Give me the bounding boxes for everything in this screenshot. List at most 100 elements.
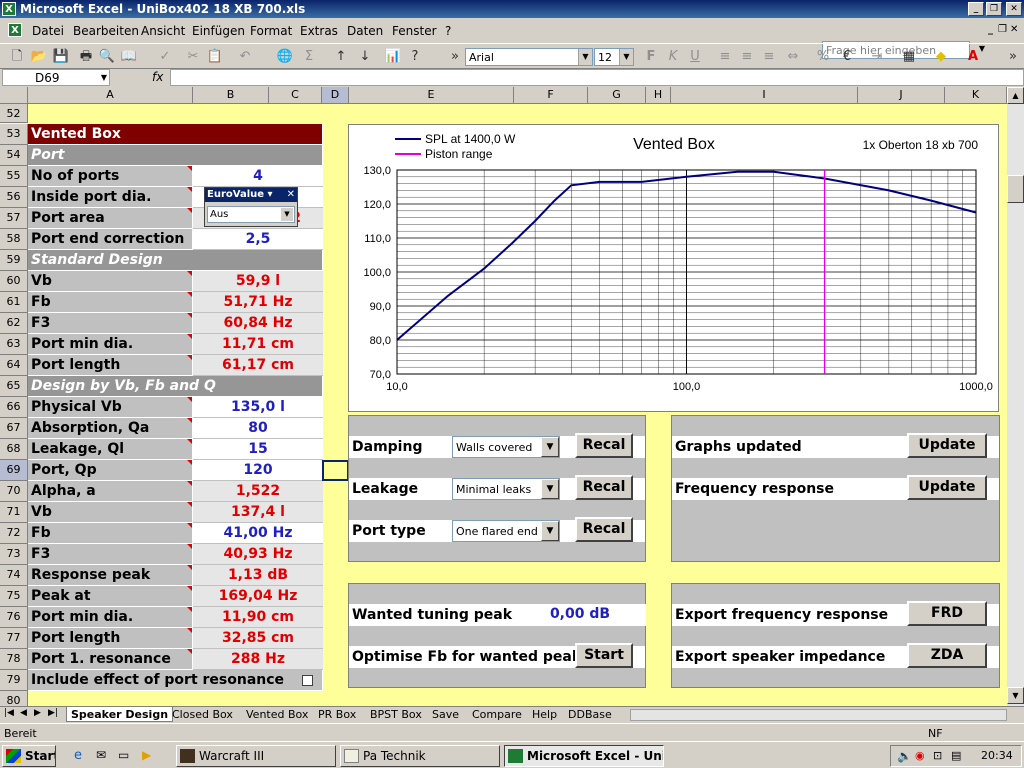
print-icon[interactable]: 🖶 [77, 48, 95, 66]
row-header[interactable]: 80 [0, 691, 28, 706]
menu-einfuegen[interactable]: Einfügen [192, 24, 245, 38]
close-button[interactable]: ✕ [1006, 2, 1022, 16]
row-header[interactable]: 66 [0, 397, 28, 418]
row-header[interactable]: 53 [0, 124, 28, 145]
column-header-g[interactable]: G [588, 87, 646, 104]
menu-bearbeiten[interactable]: Bearbeiten [73, 24, 139, 38]
comment-marker[interactable] [187, 271, 192, 276]
task-pa-technik[interactable]: Pa Technik [340, 745, 500, 767]
volume-icon[interactable]: 🔈 [897, 749, 912, 763]
port-min2-cell[interactable]: 11,90 cm [193, 607, 323, 628]
comment-marker[interactable] [187, 292, 192, 297]
save-icon[interactable]: 💾 [52, 48, 70, 66]
help-icon[interactable]: ? [406, 48, 424, 66]
spellcheck-icon[interactable]: ✓ [156, 48, 174, 66]
menu-format[interactable]: Format [250, 24, 292, 38]
menu-help[interactable]: ? [445, 24, 451, 38]
restore-button[interactable]: ❐ [986, 2, 1002, 16]
row-header[interactable]: 58 [0, 229, 28, 250]
eurovalue-title[interactable]: EuroValue ▾ ✕ [205, 188, 297, 202]
vb2-cell[interactable]: 137,4 l [193, 502, 323, 523]
row-header[interactable]: 68 [0, 439, 28, 460]
scroll-up-button[interactable]: ▲ [1007, 87, 1024, 104]
f3-cell[interactable]: 60,84 Hz [193, 313, 323, 334]
column-header-a[interactable]: A [28, 87, 193, 104]
recal-porttype-button[interactable]: Recal [575, 517, 633, 542]
scroll-down-button[interactable]: ▼ [1007, 687, 1024, 704]
comment-marker[interactable] [187, 334, 192, 339]
start-button[interactable]: Start [2, 745, 56, 767]
excel-doc-icon[interactable]: X [8, 23, 22, 37]
chevron-down-icon[interactable]: ▼ [281, 208, 293, 221]
chevron-down-icon[interactable]: ▼ [101, 73, 107, 82]
currency-icon[interactable]: % [814, 48, 832, 66]
italic-icon[interactable]: K [664, 48, 682, 66]
alpha-cell[interactable]: 1,522 [193, 481, 323, 502]
chart-wizard-icon[interactable]: 📊 [384, 48, 402, 66]
chevron-down-icon[interactable]: ▼ [541, 521, 559, 541]
comment-marker[interactable] [187, 586, 192, 591]
tab-ddbase[interactable]: DDBase [564, 707, 616, 722]
doc-minimize-icon[interactable]: _ [988, 24, 993, 35]
physical-vb-cell[interactable]: 135,0 l [193, 397, 323, 418]
update-frequency-button[interactable]: Update [907, 475, 987, 500]
tab-vented-box[interactable]: Vented Box [242, 707, 312, 722]
row-header[interactable]: 55 [0, 166, 28, 187]
row-header[interactable]: 78 [0, 649, 28, 670]
print-preview-icon[interactable]: 🔍 [98, 48, 116, 66]
worksheet-grid[interactable]: 52 53 54 55 56 57 58 59 60 61 62 63 64 6… [0, 104, 1007, 706]
formula-input[interactable] [170, 69, 1024, 86]
tab-help[interactable]: Help [528, 707, 561, 722]
port-length2-cell[interactable]: 32,85 cm [193, 628, 323, 649]
doc-close-icon[interactable]: ✕ [1010, 24, 1018, 35]
comment-marker[interactable] [187, 166, 192, 171]
scroll-thumb[interactable] [1007, 175, 1024, 203]
row-header[interactable]: 72 [0, 523, 28, 544]
port-qp-cell[interactable]: 120 [193, 460, 323, 481]
media-icon[interactable]: ▶ [142, 748, 151, 762]
select-all-corner[interactable] [0, 87, 28, 104]
undo-icon[interactable]: ↶ [236, 48, 254, 66]
close-icon[interactable]: ✕ [287, 188, 295, 202]
font-size-select[interactable]: 12 ▼ [594, 48, 634, 66]
borders-icon[interactable]: ▦ [900, 48, 918, 66]
tray-app-icon[interactable]: ◉ [915, 749, 925, 762]
row-header[interactable]: 60 [0, 271, 28, 292]
comment-marker[interactable] [187, 313, 192, 318]
comment-marker[interactable] [187, 208, 192, 213]
column-header-j[interactable]: J [858, 87, 945, 104]
row-header[interactable]: 54 [0, 145, 28, 166]
vertical-scrollbar[interactable]: ▲ ▼ [1007, 87, 1024, 706]
name-box[interactable]: D69 ▼ [2, 69, 110, 86]
comment-marker[interactable] [187, 565, 192, 570]
row-header[interactable]: 63 [0, 334, 28, 355]
row-header[interactable]: 56 [0, 187, 28, 208]
column-header-f[interactable]: F [514, 87, 588, 104]
f32-cell[interactable]: 40,93 Hz [193, 544, 323, 565]
ie-icon[interactable]: e [74, 748, 82, 763]
sort-desc-icon[interactable]: ↓ [356, 48, 374, 66]
autosum-icon[interactable]: Σ [300, 48, 318, 66]
more-icon[interactable]: » [1004, 48, 1022, 66]
row-header[interactable]: 61 [0, 292, 28, 313]
absorption-cell[interactable]: 80 [193, 418, 323, 439]
hyperlink-icon[interactable]: 🌐 [276, 48, 294, 66]
euro-icon[interactable]: € [838, 48, 856, 66]
peak-at-cell[interactable]: 169,04 Hz [193, 586, 323, 607]
font-select[interactable]: Arial ▼ [465, 48, 593, 66]
row-header[interactable]: 74 [0, 565, 28, 586]
next-sheet-icon[interactable]: ▶ [34, 708, 41, 718]
row-header[interactable]: 52 [0, 104, 28, 123]
column-header-e[interactable]: E [349, 87, 514, 104]
comment-marker[interactable] [187, 481, 192, 486]
port-min-cell[interactable]: 11,71 cm [193, 334, 323, 355]
new-icon[interactable]: 🗋 [8, 48, 26, 66]
fx-icon[interactable]: fx [152, 70, 163, 84]
tab-pr-box[interactable]: PR Box [314, 707, 360, 722]
sort-asc-icon[interactable]: ↑ [332, 48, 350, 66]
column-header-h[interactable]: H [646, 87, 671, 104]
chevron-down-icon[interactable]: ▼ [541, 479, 559, 499]
response-peak-cell[interactable]: 1,13 dB [193, 565, 323, 586]
comment-marker[interactable] [187, 187, 192, 192]
wanted-tuning-value[interactable]: 0,00 dB [514, 604, 646, 626]
